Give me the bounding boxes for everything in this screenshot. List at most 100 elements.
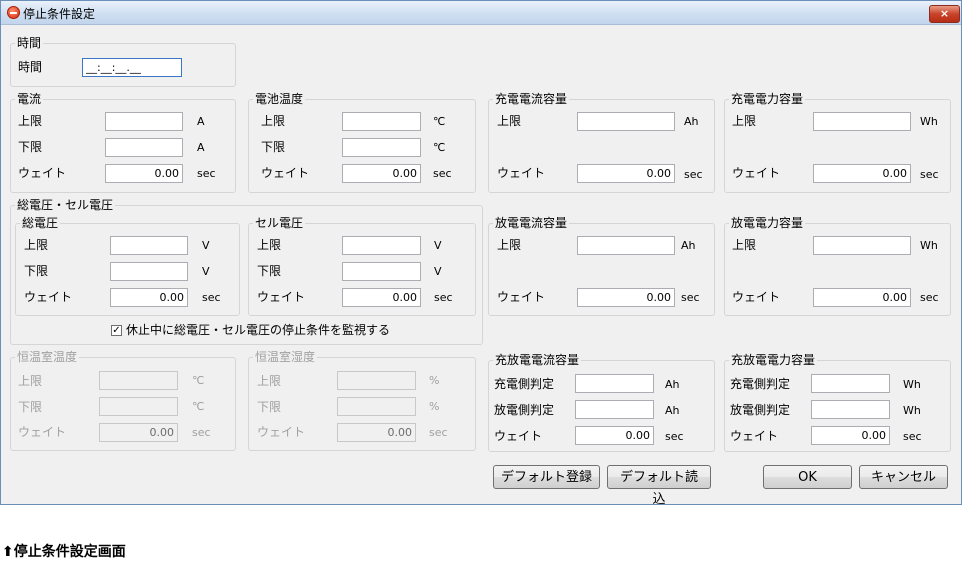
charge-power-capacity-unit: Wh [920,115,938,128]
ok-button[interactable]: OK [763,465,852,489]
stop-condition-dialog: 停止条件設定 × 時間 時間 電流 上限 A 下限 A ウェイト sec 電池温… [0,0,962,507]
current-lower-field[interactable] [105,138,183,157]
title-bar: 停止条件設定 × [1,1,961,25]
battery-temp-upper-unit: ℃ [433,115,446,128]
total-voltage-upper-field[interactable] [110,236,188,255]
cell-voltage-lower-label: 下限 [257,264,282,278]
charge-current-capacity-upper-field[interactable] [577,112,675,131]
monitor-during-rest-checkbox[interactable]: ✓ [111,325,122,336]
cd-current-discharge-side-label: 放電側判定 [494,403,555,417]
cd-power-discharge-side-field[interactable] [811,400,890,419]
chamber-humidity-lower-label: 下限 [257,400,282,414]
cd-power-wait-label: ウェイト [730,429,779,443]
chamber-humidity-lower-unit: % [429,400,440,413]
discharge-current-capacity-unit: Ah [681,239,696,252]
discharge-power-capacity-upper-field[interactable] [813,236,911,255]
current-lower-unit: A [197,141,205,154]
chamber-humidity-legend: 恒温室湿度 [255,350,316,364]
discharge-power-capacity-wait-field[interactable] [813,288,911,307]
discharge-current-capacity-wait-field[interactable] [577,288,675,307]
chamber-temp-wait-unit: sec [192,426,211,439]
charge-current-capacity-upper-label: 上限 [497,114,522,128]
charge-power-capacity-wait-unit: sec [920,168,939,181]
charge-current-capacity-legend: 充電電流容量 [495,92,568,106]
discharge-power-capacity-wait-label: ウェイト [732,290,781,304]
chamber-temp-legend: 恒温室温度 [17,350,78,364]
close-button[interactable]: × [929,5,960,23]
cd-current-discharge-side-unit: Ah [665,404,680,417]
chamber-humidity-wait-label: ウェイト [257,425,306,439]
charge-power-capacity-wait-label: ウェイト [732,166,781,180]
cd-power-charge-side-field[interactable] [811,374,890,393]
total-voltage-wait-label: ウェイト [24,290,73,304]
app-icon [7,6,20,19]
cd-current-charge-side-field[interactable] [575,374,654,393]
time-field[interactable] [82,58,182,77]
cell-voltage-wait-unit: sec [434,291,453,304]
discharge-current-capacity-legend: 放電電流容量 [495,216,568,230]
cell-voltage-wait-field[interactable] [342,288,421,307]
battery-temp-lower-unit: ℃ [433,141,446,154]
battery-temp-lower-field[interactable] [342,138,421,157]
cd-current-wait-field[interactable] [575,426,654,445]
discharge-current-capacity-upper-label: 上限 [497,238,522,252]
total-voltage-wait-unit: sec [202,291,221,304]
chamber-humidity-upper-field [337,371,416,390]
battery-temp-upper-label: 上限 [261,114,286,128]
chamber-temp-wait-field [99,423,178,442]
current-lower-label: 下限 [18,140,43,154]
total-voltage-wait-field[interactable] [110,288,188,307]
charge-power-capacity-legend: 充電電力容量 [731,92,804,106]
cd-power-charge-side-unit: Wh [903,378,921,391]
battery-temp-wait-field[interactable] [342,164,421,183]
cell-voltage-wait-label: ウェイト [257,290,306,304]
cd-power-charge-side-label: 充電側判定 [730,377,791,391]
discharge-power-capacity-unit: Wh [920,239,938,252]
cd-current-wait-label: ウェイト [494,429,543,443]
monitor-during-rest-label: 休止中に総電圧・セル電圧の停止条件を監視する [126,323,391,337]
discharge-current-capacity-wait-label: ウェイト [497,290,546,304]
total-voltage-lower-label: 下限 [24,264,49,278]
cd-power-wait-field[interactable] [811,426,890,445]
charge-current-capacity-wait-field[interactable] [577,164,675,183]
chamber-humidity-upper-unit: % [429,374,440,387]
current-wait-unit: sec [197,167,216,180]
charge-current-capacity-unit: Ah [684,115,699,128]
current-upper-field[interactable] [105,112,183,131]
total-voltage-legend: 総電圧 [22,216,59,230]
current-wait-field[interactable] [105,164,183,183]
charge-power-capacity-upper-field[interactable] [813,112,911,131]
charge-discharge-power-capacity-legend: 充放電電力容量 [731,353,816,367]
charge-power-capacity-upper-label: 上限 [732,114,757,128]
time-label: 時間 [18,60,43,74]
cell-voltage-lower-field[interactable] [342,262,421,281]
chamber-humidity-wait-field [337,423,416,442]
chamber-temp-upper-unit: ℃ [192,374,205,387]
battery-temp-wait-unit: sec [433,167,452,180]
discharge-power-capacity-wait-unit: sec [920,291,939,304]
chamber-humidity-upper-label: 上限 [257,374,282,388]
cell-voltage-upper-label: 上限 [257,238,282,252]
cd-current-discharge-side-field[interactable] [575,400,654,419]
charge-current-capacity-wait-unit: sec [684,168,703,181]
discharge-power-capacity-legend: 放電電力容量 [731,216,804,230]
battery-temp-legend: 電池温度 [255,92,304,106]
cell-voltage-legend: セル電圧 [255,216,304,230]
battery-temp-upper-field[interactable] [342,112,421,131]
current-legend: 電流 [17,92,42,106]
cell-voltage-upper-field[interactable] [342,236,421,255]
total-voltage-upper-unit: V [202,239,210,252]
total-voltage-lower-unit: V [202,265,210,278]
discharge-current-capacity-upper-field[interactable] [577,236,675,255]
default-register-button[interactable]: デフォルト登録 [493,465,600,489]
default-load-button[interactable]: デフォルト読込 [607,465,711,507]
chamber-temp-upper-label: 上限 [18,374,43,388]
screen-caption: ⬆停止条件設定画面 [2,544,126,560]
charge-power-capacity-wait-field[interactable] [813,164,911,183]
voltage-group-legend: 総電圧・セル電圧 [17,198,114,212]
current-upper-unit: A [197,115,205,128]
chamber-temp-lower-label: 下限 [18,400,43,414]
cancel-button[interactable]: キャンセル [859,465,948,489]
total-voltage-lower-field[interactable] [110,262,188,281]
current-upper-label: 上限 [18,114,43,128]
